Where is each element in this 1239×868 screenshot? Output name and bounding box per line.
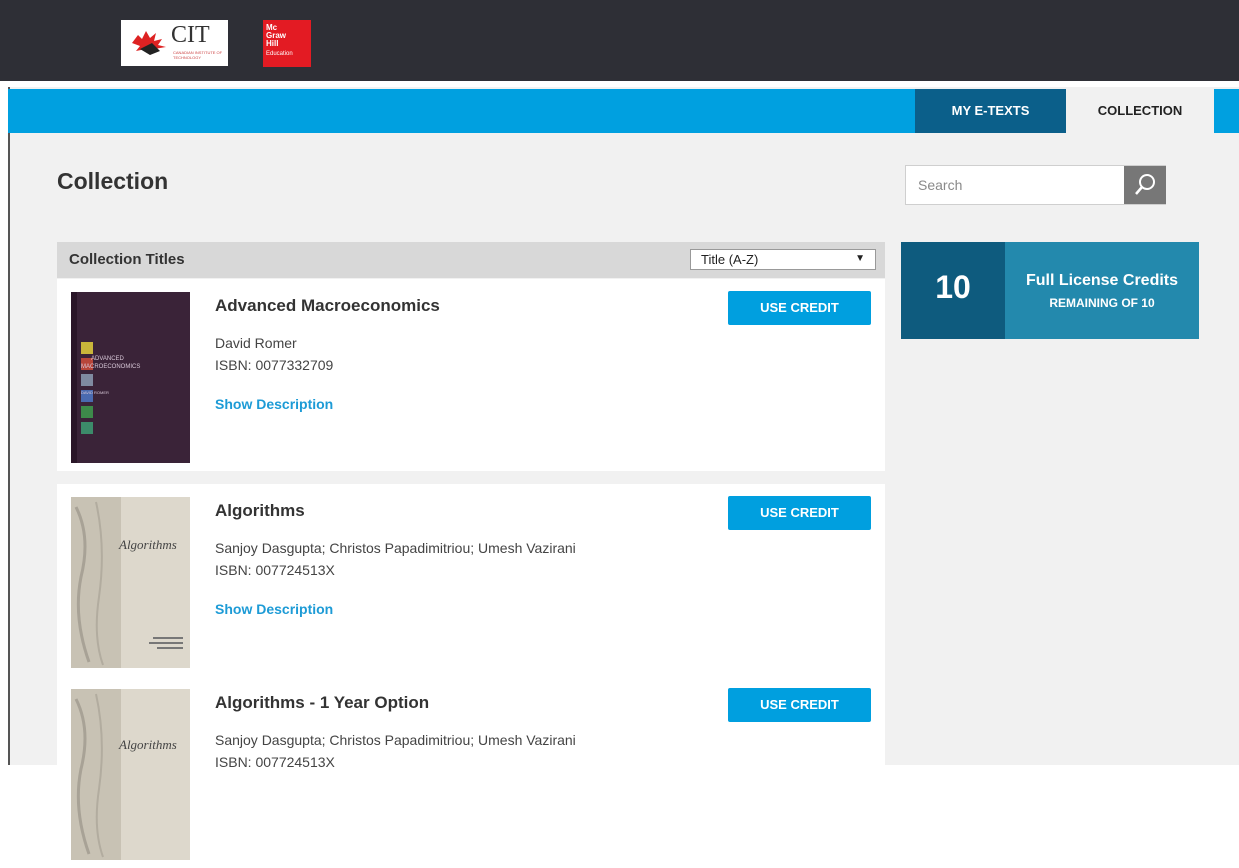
cover-author-line: DAVID ROMER: [81, 390, 109, 395]
mh-logo-line: Education: [266, 51, 293, 57]
show-description-link[interactable]: Show Description: [215, 601, 333, 617]
credits-text-box: Full License Credits REMAINING OF 10: [1005, 242, 1199, 339]
book-author: David Romer: [215, 335, 297, 351]
book-cover-image: Algorithms: [71, 497, 190, 668]
use-credit-button[interactable]: USE CREDIT: [728, 291, 871, 325]
show-description-link[interactable]: Show Description: [215, 396, 333, 412]
tab-collection[interactable]: COLLECTION: [1066, 89, 1214, 133]
cover-title-line: MACROECONOMICS: [81, 364, 140, 370]
book-title: Algorithms: [215, 501, 305, 520]
license-credits-panel: 10 Full License Credits REMAINING OF 10: [901, 242, 1199, 339]
book-title: Advanced Macroeconomics: [215, 296, 440, 315]
cover-title-line: Algorithms: [118, 737, 177, 752]
book-author: Sanjoy Dasgupta; Christos Papadimitriou;…: [215, 540, 576, 556]
page-title: Collection: [57, 168, 169, 194]
search-input[interactable]: [906, 166, 1124, 204]
search-box: [905, 165, 1166, 205]
sort-dropdown[interactable]: Title (A-Z) ▼: [690, 249, 876, 270]
book-cover-art: ADVANCED MACROECONOMICS DAVID ROMER: [71, 292, 190, 463]
book-card: Algorithms Algorithms Sanjoy Dasgupta; C…: [57, 484, 885, 676]
credits-label: Full License Credits: [1025, 272, 1179, 289]
cover-title-line: ADVANCED: [91, 356, 125, 362]
book-cover-image: Algorithms: [71, 689, 190, 860]
use-credit-button[interactable]: USE CREDIT: [728, 688, 871, 722]
credits-count: 10: [935, 269, 971, 305]
book-isbn: ISBN: 007724513X: [215, 562, 335, 578]
book-cover-art: Algorithms: [71, 689, 190, 860]
search-icon: [1135, 174, 1155, 195]
cit-logo-subtext: CANADIAN INSTITUTE OF TECHNOLOGY: [173, 50, 223, 60]
book-card: ADVANCED MACROECONOMICS DAVID ROMER Adva…: [57, 279, 885, 471]
mh-logo-line: Hill: [266, 39, 279, 48]
cit-logo[interactable]: CIT CANADIAN INSTITUTE OF TECHNOLOGY: [121, 20, 228, 66]
mcgraw-hill-logo[interactable]: Mc Graw Hill Education: [263, 20, 311, 67]
chevron-down-icon: ▼: [855, 253, 865, 264]
cit-maple-leaf-icon: [132, 31, 166, 55]
cover-title-line: Algorithms: [118, 537, 177, 552]
book-cover-art: Algorithms: [71, 497, 190, 668]
credits-count-box: 10: [901, 242, 1005, 339]
credits-remaining: REMAINING OF 10: [1049, 296, 1155, 310]
book-card: Algorithms Algorithms - 1 Year Option Sa…: [57, 676, 885, 868]
collection-list-header: Collection Titles Title (A-Z) ▼: [57, 242, 885, 278]
use-credit-button[interactable]: USE CREDIT: [728, 496, 871, 530]
collection-titles-label: Collection Titles: [69, 251, 185, 268]
book-isbn: ISBN: 007724513X: [215, 754, 335, 770]
book-author: Sanjoy Dasgupta; Christos Papadimitriou;…: [215, 732, 576, 748]
cit-logo-text: CIT: [171, 22, 210, 48]
top-header: CIT CANADIAN INSTITUTE OF TECHNOLOGY Mc …: [0, 0, 1239, 81]
sort-selected-value: Title (A-Z): [701, 252, 759, 267]
book-cover-image: ADVANCED MACROECONOMICS DAVID ROMER: [71, 292, 190, 463]
book-isbn: ISBN: 0077332709: [215, 357, 334, 373]
tab-my-etexts[interactable]: MY E-TEXTS: [915, 89, 1066, 133]
book-title: Algorithms - 1 Year Option: [215, 693, 430, 712]
search-button[interactable]: [1124, 166, 1166, 204]
